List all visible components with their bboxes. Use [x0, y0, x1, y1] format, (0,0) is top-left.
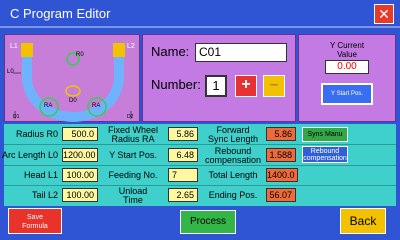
head-l1-label: Head L1 [23, 170, 58, 180]
parameter-grid: Radius R0 500.0 Arc Length L0 1200.00 He… [2, 124, 396, 206]
head-segment-l1 [21, 43, 33, 57]
save-formula-line2: Formula [22, 223, 48, 230]
center-marker-d0 [65, 85, 81, 97]
y-current-value: 0.00 [325, 60, 369, 74]
rebound-compensation-label-2: compensation [204, 155, 262, 165]
label-d0: D0 [69, 98, 77, 104]
feeding-no-value[interactable]: 7 [168, 168, 198, 182]
y-start-pos-label: Y Start Pos. [109, 150, 157, 160]
c-profile-shape [22, 49, 124, 122]
close-icon: ✕ [378, 6, 390, 22]
rebound-compensation-button-line1: Rebound [310, 148, 340, 155]
program-panel: Name: C01 Number: 1 + – [142, 34, 296, 122]
shape-diagram: L1 L2 L0 R0 RA RA D0 D1 D2 [4, 34, 140, 122]
label-ra-right: RA [92, 103, 101, 109]
title-bar: C Program Editor ✕ [0, 0, 400, 28]
save-formula-button[interactable]: Save Formula [8, 208, 62, 234]
row-divider [4, 185, 396, 186]
row-divider [4, 144, 396, 145]
fixed-wheel-radius-value[interactable]: 5.86 [168, 127, 198, 141]
ending-pos-label: Ending Pos. [208, 190, 258, 200]
radius-r0-label: Radius R0 [15, 129, 58, 139]
plus-icon: + [241, 76, 251, 93]
label-r0: R0 [76, 52, 84, 58]
label-d1: D1 [13, 114, 20, 120]
y-start-pos-button[interactable]: Y Start Pos. [321, 83, 373, 105]
total-length-label: Total Length [208, 170, 258, 180]
c-shape-drawing [13, 43, 132, 122]
tail-l2-label: Tail L2 [31, 190, 58, 200]
forward-sync-length-value[interactable]: 5.86 [266, 127, 296, 141]
y-value-panel: Y Current Value 0.00 Y Start Pos. [298, 34, 396, 122]
bottom-toolbar: Save Formula Process Back [0, 206, 400, 240]
name-input[interactable]: C01 [195, 43, 287, 62]
label-d2: D2 [127, 114, 134, 120]
total-length-value: 1400.0 [266, 168, 298, 182]
head-l1-value[interactable]: 100.00 [62, 168, 98, 182]
save-formula-line1: Save [27, 214, 43, 221]
rebound-compensation-button-line2: compensation [303, 155, 347, 162]
minus-icon: – [269, 76, 279, 93]
tail-segment-l2 [113, 43, 125, 57]
label-l0: L0 [7, 69, 14, 75]
window-title: C Program Editor [10, 6, 111, 21]
name-label: Name: [151, 44, 190, 59]
arc-length-l0-label: Arc Length L0 [1, 150, 58, 160]
number-label: Number: [151, 77, 201, 92]
back-button[interactable]: Back [340, 208, 386, 234]
ending-pos-value: 56.07 [266, 188, 296, 202]
y-current-subtitle: Value [337, 50, 357, 59]
radius-r0-value[interactable]: 500.0 [62, 127, 98, 141]
arc-length-l0-value[interactable]: 1200.00 [62, 148, 98, 162]
label-l2: L2 [127, 43, 135, 50]
syns-manu-button[interactable]: Syns Manu [302, 127, 348, 142]
decrement-button[interactable]: – [263, 75, 285, 97]
y-current-title: Y Current [329, 41, 365, 50]
process-button[interactable]: Process [180, 210, 236, 234]
y-start-pos-value[interactable]: 6.48 [168, 148, 198, 162]
rebound-compensation-button[interactable]: Rebound compensation [302, 146, 348, 163]
increment-button[interactable]: + [235, 75, 257, 97]
number-input[interactable]: 1 [205, 75, 227, 97]
label-l1: L1 [10, 43, 18, 50]
unload-time-value[interactable]: 2.65 [168, 188, 198, 202]
unload-time-label-2: Time [123, 195, 143, 205]
fixed-wheel-radius-label-2: Radius RA [111, 134, 155, 144]
tail-l2-value[interactable]: 100.00 [62, 188, 98, 202]
forward-sync-length-label-2: Sync Length [207, 134, 259, 144]
close-button[interactable]: ✕ [374, 4, 394, 24]
feeding-no-label: Feeding No. [108, 170, 158, 180]
label-ra-left: RA [44, 103, 53, 109]
row-divider [4, 165, 396, 166]
rebound-compensation-value[interactable]: 1.588 [266, 148, 296, 162]
